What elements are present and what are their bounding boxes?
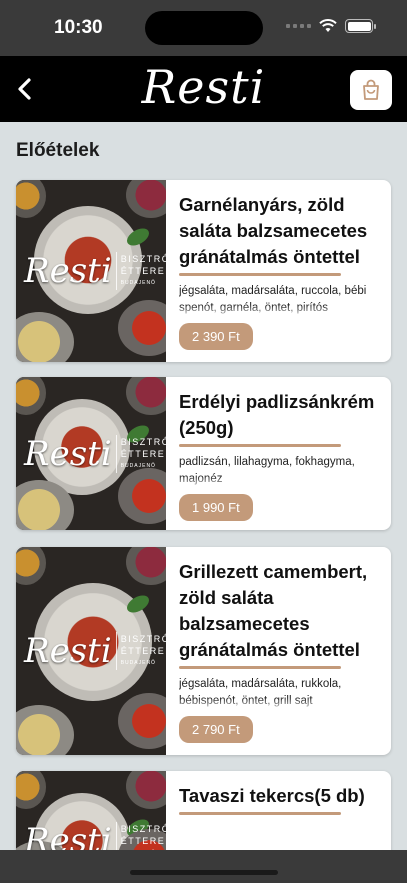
wifi-icon	[319, 19, 337, 32]
price-badge: 2 790 Ft	[179, 716, 253, 743]
dynamic-island	[145, 11, 263, 45]
dish-name: Tavaszi tekercs(5 db)	[179, 785, 365, 806]
home-indicator[interactable]	[130, 870, 278, 875]
status-time: 10:30	[54, 17, 103, 38]
title-underline	[179, 812, 341, 815]
menu-item-card[interactable]: Resti BISZTRÓÉTTEREMBUDAJENŐ Garnélanyár…	[16, 180, 391, 362]
dish-description: jégsaláta, madársaláta, ruccola, bébi sp…	[179, 283, 381, 317]
image-brand-watermark: Resti BISZTRÓÉTTEREMBUDAJENŐ	[24, 251, 166, 291]
dish-name: Erdélyi padlizsánkrém (250g)	[179, 391, 375, 438]
dish-image: Resti BISZTRÓÉTTEREMBUDAJENŐ	[16, 377, 166, 530]
title-underline	[179, 666, 341, 669]
battery-icon	[345, 19, 376, 33]
price-badge: 2 390 Ft	[179, 323, 253, 350]
section-title: Előételek	[16, 140, 100, 161]
dish-image: Resti BISZTRÓÉTTEREMBUDAJENŐ	[16, 547, 166, 755]
image-brand-watermark: Resti BISZTRÓÉTTEREMBUDAJENŐ	[24, 433, 166, 474]
image-brand-watermark: Resti BISZTRÓÉTTEREMBUDAJENŐ	[24, 631, 166, 671]
bottom-bar	[0, 850, 407, 883]
dish-name: Garnélanyárs, zöld saláta balzsamecetes …	[179, 194, 368, 267]
dish-description: jégsaláta, madársaláta, rukkola, bébispe…	[179, 676, 381, 710]
dish-image: Resti BISZTRÓÉTTEREMBUDAJENŐ	[16, 180, 166, 362]
menu-item-card[interactable]: Resti BISZTRÓÉTTEREMBUDAJENŐ Erdélyi pad…	[16, 377, 391, 530]
dish-description: padlizsán, lilahagyma, fokhagyma, majoné…	[179, 454, 381, 488]
shopping-bag-icon	[363, 79, 379, 100]
dish-name: Grillezett camembert, zöld saláta balzsa…	[179, 561, 368, 660]
brand-logo: Resti	[141, 60, 266, 114]
cart-button[interactable]	[350, 70, 392, 110]
app-header: Resti	[0, 56, 407, 122]
title-underline	[179, 273, 341, 276]
menu-item-card[interactable]: Resti BISZTRÓÉTTEREMBUDAJENŐ Grillezett …	[16, 547, 391, 755]
price-badge: 1 990 Ft	[179, 494, 253, 521]
status-bar: 10:30	[0, 0, 407, 56]
cellular-signal-icon	[286, 24, 311, 28]
title-underline	[179, 444, 341, 447]
status-icons	[286, 19, 376, 33]
